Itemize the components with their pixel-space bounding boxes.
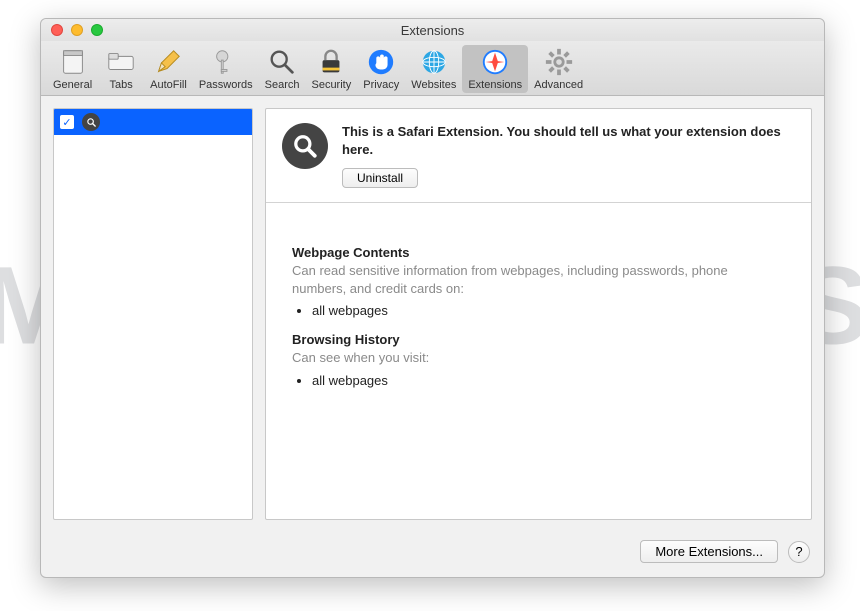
permission-item: all webpages <box>312 373 785 388</box>
tab-websites[interactable]: Websites <box>405 45 462 93</box>
search-icon <box>267 47 297 77</box>
tab-label: Advanced <box>534 79 583 91</box>
help-button[interactable]: ? <box>788 541 810 563</box>
uninstall-button[interactable]: Uninstall <box>342 168 418 188</box>
extension-permissions: Webpage Contents Can read sensitive info… <box>266 203 811 412</box>
tab-advanced[interactable]: Advanced <box>528 45 589 93</box>
tab-label: AutoFill <box>150 79 187 91</box>
tab-label: Search <box>265 79 300 91</box>
permission-title: Browsing History <box>292 332 785 347</box>
tab-passwords[interactable]: Passwords <box>193 45 259 93</box>
permission-title: Webpage Contents <box>292 245 785 260</box>
preferences-toolbar: General Tabs AutoFill Passwords Search <box>41 41 824 96</box>
permission-list: all webpages <box>312 373 785 388</box>
permission-subtitle: Can see when you visit: <box>292 349 785 367</box>
key-icon <box>211 47 241 77</box>
sidebar-extension-item[interactable]: ✓ <box>54 109 252 135</box>
tab-extensions[interactable]: Extensions <box>462 45 528 93</box>
extension-large-icon <box>282 123 328 169</box>
tab-label: Privacy <box>363 79 399 91</box>
tab-label: Tabs <box>110 79 133 91</box>
tab-general[interactable]: General <box>47 45 98 93</box>
extension-description: This is a Safari Extension. You should t… <box>342 123 795 158</box>
tab-privacy[interactable]: Privacy <box>357 45 405 93</box>
more-extensions-button[interactable]: More Extensions... <box>640 540 778 563</box>
tab-label: General <box>53 79 92 91</box>
extension-detail-pane: This is a Safari Extension. You should t… <box>265 108 812 520</box>
titlebar: Extensions <box>41 19 824 41</box>
tab-tabs[interactable]: Tabs <box>98 45 144 93</box>
preferences-window: Extensions General Tabs AutoFill Passwor… <box>40 18 825 578</box>
permission-item: all webpages <box>312 303 785 318</box>
globe-icon <box>419 47 449 77</box>
compass-icon <box>480 47 510 77</box>
extension-enabled-checkbox[interactable]: ✓ <box>60 115 74 129</box>
tab-search[interactable]: Search <box>259 45 306 93</box>
extension-header: This is a Safari Extension. You should t… <box>266 109 811 203</box>
permission-subtitle: Can read sensitive information from webp… <box>292 262 785 297</box>
tab-label: Websites <box>411 79 456 91</box>
extension-header-text: This is a Safari Extension. You should t… <box>342 123 795 188</box>
tab-label: Security <box>311 79 351 91</box>
tab-security[interactable]: Security <box>305 45 357 93</box>
window-title: Extensions <box>41 23 824 38</box>
permission-list: all webpages <box>312 303 785 318</box>
extension-magnifier-icon <box>82 113 100 131</box>
tabs-icon <box>106 47 136 77</box>
lock-icon <box>316 47 346 77</box>
tab-label: Passwords <box>199 79 253 91</box>
extensions-sidebar: ✓ <box>53 108 253 520</box>
tab-autofill[interactable]: AutoFill <box>144 45 193 93</box>
pencil-icon <box>153 47 183 77</box>
hand-icon <box>366 47 396 77</box>
footer: More Extensions... ? <box>41 532 824 577</box>
tab-label: Extensions <box>468 79 522 91</box>
general-icon <box>58 47 88 77</box>
content-area: ✓ This is a Safari Extension. You should… <box>41 96 824 532</box>
gear-icon <box>544 47 574 77</box>
